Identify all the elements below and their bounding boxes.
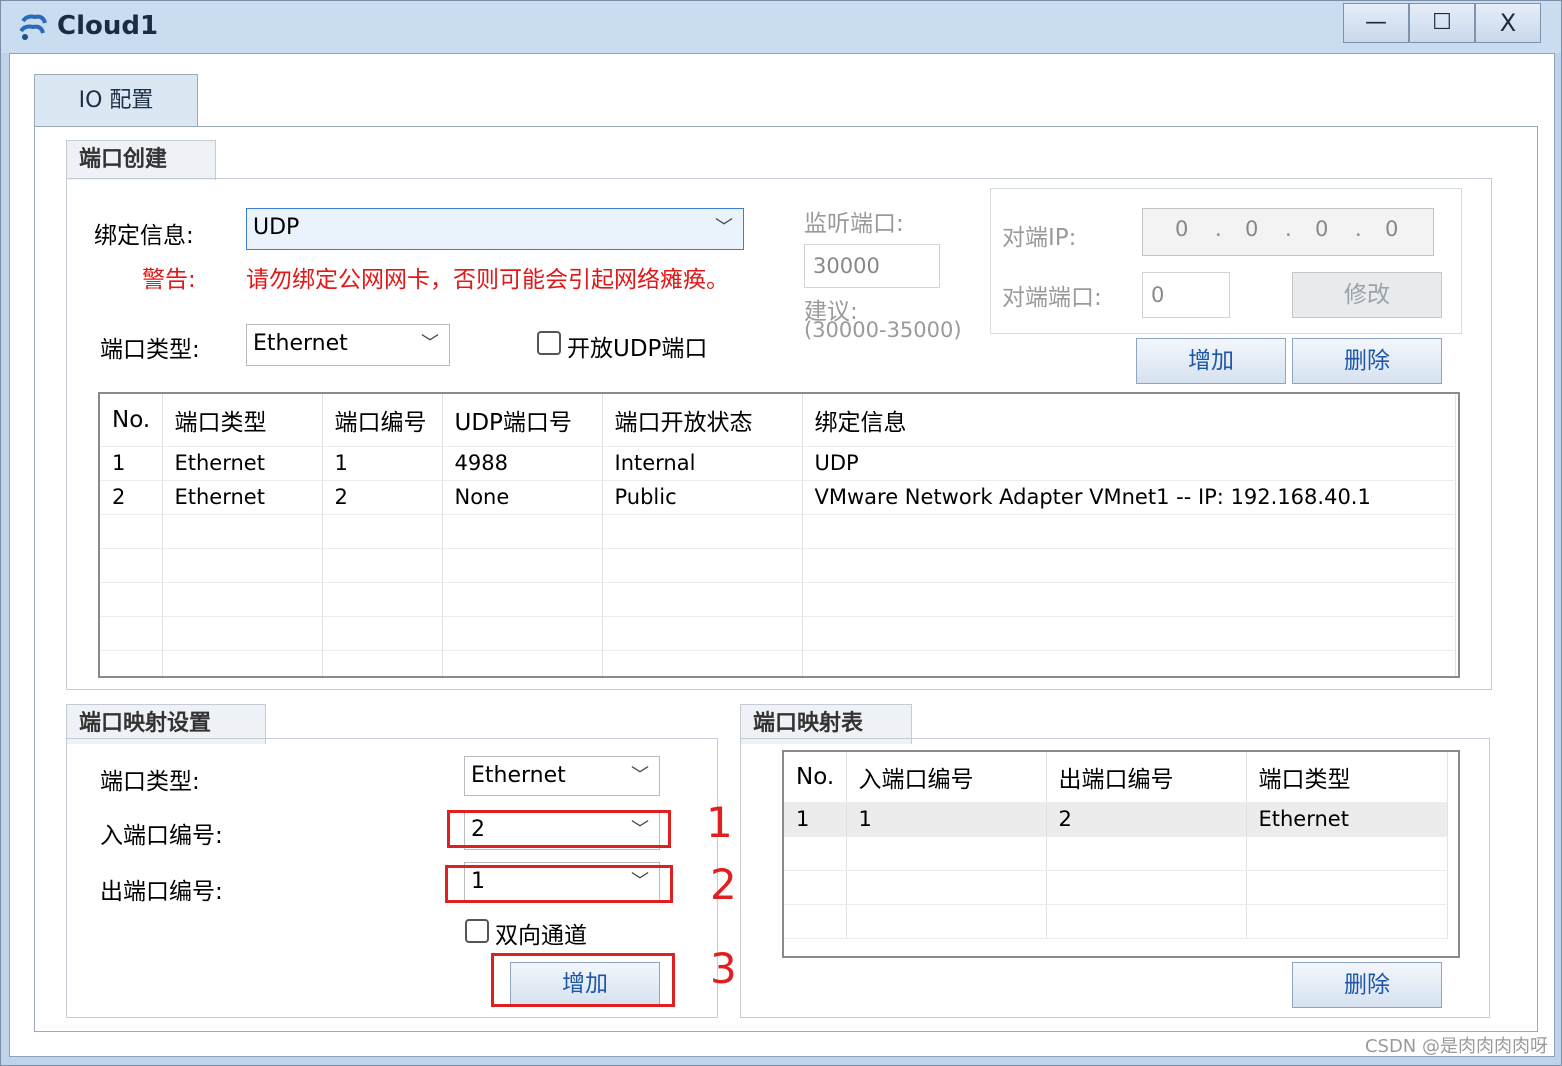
port-table: No. 端口类型 端口编号 UDP端口号 端口开放状态 绑定信息 1 Ether… [98,392,1460,678]
mapping-table: No. 入端口编号 出端口编号 端口类型 1 1 2 Ethernet [782,750,1460,958]
peer-ip-octet-1: 0 [1175,217,1189,241]
empty-row [784,870,1448,905]
cell: Public [602,480,803,515]
col-bind-info[interactable]: 绑定信息 [802,394,1456,447]
col-port-type[interactable]: 端口类型 [162,394,323,447]
watermark: CSDN @是肉肉肉肉呀 [1364,1036,1548,1057]
open-udp-label: 开放UDP端口 [567,336,708,362]
map-port-type-value: Ethernet [471,763,566,788]
tab-io-config[interactable]: IO 配置 [34,74,198,128]
mapping-row[interactable]: 1 1 2 Ethernet [784,802,1448,837]
empty-row [100,650,1456,676]
map-port-type-select[interactable]: Ethernet ﹀ [464,756,660,796]
table-row[interactable]: 1 Ethernet 1 4988 Internal UDP [100,446,1456,481]
annotation-box-2 [445,865,673,903]
bind-info-value: UDP [253,215,300,240]
cell: 1 [100,446,163,481]
bind-info-select[interactable]: UDP ﹀ [246,208,744,250]
empty-row [100,514,1456,549]
peer-ip-octet-3: 0 [1315,217,1329,241]
empty-row [100,616,1456,651]
col-open-state[interactable]: 端口开放状态 [602,394,803,447]
peer-ip-octet-2: 0 [1245,217,1259,241]
col-in-port[interactable]: 入端口编号 [846,752,1047,803]
annotation-number-3: 3 [710,944,737,993]
cell: Ethernet [162,480,323,515]
cell: 2 [100,480,163,515]
cell: 1 [322,446,443,481]
title-bar[interactable]: Cloud1 — ☐ X [1,1,1561,53]
window-title: Cloud1 [57,11,159,41]
bidirectional-checkbox[interactable] [465,919,489,943]
bind-info-label: 绑定信息: [94,223,194,249]
ip-dot: . [1355,217,1362,241]
peer-port-label: 对端端口: [1002,285,1102,311]
col-out-port[interactable]: 出端口编号 [1046,752,1247,803]
add-port-button[interactable]: 增加 [1136,338,1286,384]
mapping-header-row: No. 入端口编号 出端口编号 端口类型 [784,752,1448,803]
peer-ip-label: 对端IP: [1002,225,1077,251]
cell: 1 [846,802,1047,837]
table-row[interactable]: 2 Ethernet 2 None Public VMware Network … [100,480,1456,515]
close-button[interactable]: X [1475,3,1541,43]
modify-button[interactable]: 修改 [1292,272,1442,318]
col-port-number[interactable]: 端口编号 [322,394,443,447]
bidirectional-label: 双向通道 [495,923,587,949]
peer-port-input[interactable]: 0 [1142,272,1230,318]
minimize-button[interactable]: — [1343,3,1409,43]
cell: UDP [802,446,1456,481]
cell: Ethernet [1246,802,1448,837]
port-type-value: Ethernet [253,331,348,356]
cell: Internal [602,446,803,481]
col-no[interactable]: No. [100,394,163,447]
cell: 1 [784,802,847,837]
cell: None [442,480,603,515]
empty-row [784,836,1448,871]
ip-dot: . [1285,217,1292,241]
empty-row [100,582,1456,617]
suggest-range: (30000-35000) [804,318,962,342]
cell: VMware Network Adapter VMnet1 -- IP: 192… [802,480,1456,515]
port-create-group-title: 端口创建 [66,140,216,180]
empty-row [100,548,1456,583]
cloud-app-icon [19,14,47,40]
chevron-down-icon: ﹀ [631,765,649,786]
cell: 2 [322,480,443,515]
table-header-row: No. 端口类型 端口编号 UDP端口号 端口开放状态 绑定信息 [100,394,1456,447]
empty-row [784,904,1448,939]
peer-ip-input[interactable]: 0 . 0 . 0 . 0 [1142,208,1434,256]
delete-port-button[interactable]: 删除 [1292,338,1442,384]
col-port-type[interactable]: 端口类型 [1246,752,1448,803]
chevron-down-icon: ﹀ [715,217,733,238]
port-type-label: 端口类型: [100,337,200,363]
maximize-button[interactable]: ☐ [1409,3,1475,43]
annotation-box-1 [447,810,671,848]
cell: Ethernet [162,446,323,481]
out-port-label: 出端口编号: [100,879,223,905]
port-type-select[interactable]: Ethernet ﹀ [246,324,450,366]
warning-text: 请勿绑定公网网卡，否则可能会引起网络瘫痪。 [246,267,729,293]
col-udp-port[interactable]: UDP端口号 [442,394,603,447]
listen-port-label: 监听端口: [804,211,904,237]
in-port-label: 入端口编号: [100,823,223,849]
delete-mapping-button[interactable]: 删除 [1292,962,1442,1008]
open-udp-checkbox[interactable] [537,331,561,355]
chevron-down-icon: ﹀ [421,333,439,354]
col-no[interactable]: No. [784,752,847,803]
peer-ip-octet-4: 0 [1385,217,1399,241]
warning-label: 警告: [142,267,196,293]
map-port-type-label: 端口类型: [100,769,200,795]
annotation-number-1: 1 [706,798,733,847]
ip-dot: . [1215,217,1222,241]
listen-port-input[interactable]: 30000 [804,244,940,288]
cell: 2 [1046,802,1247,837]
cell: 4988 [442,446,603,481]
annotation-box-3 [491,953,675,1007]
annotation-number-2: 2 [710,860,737,909]
